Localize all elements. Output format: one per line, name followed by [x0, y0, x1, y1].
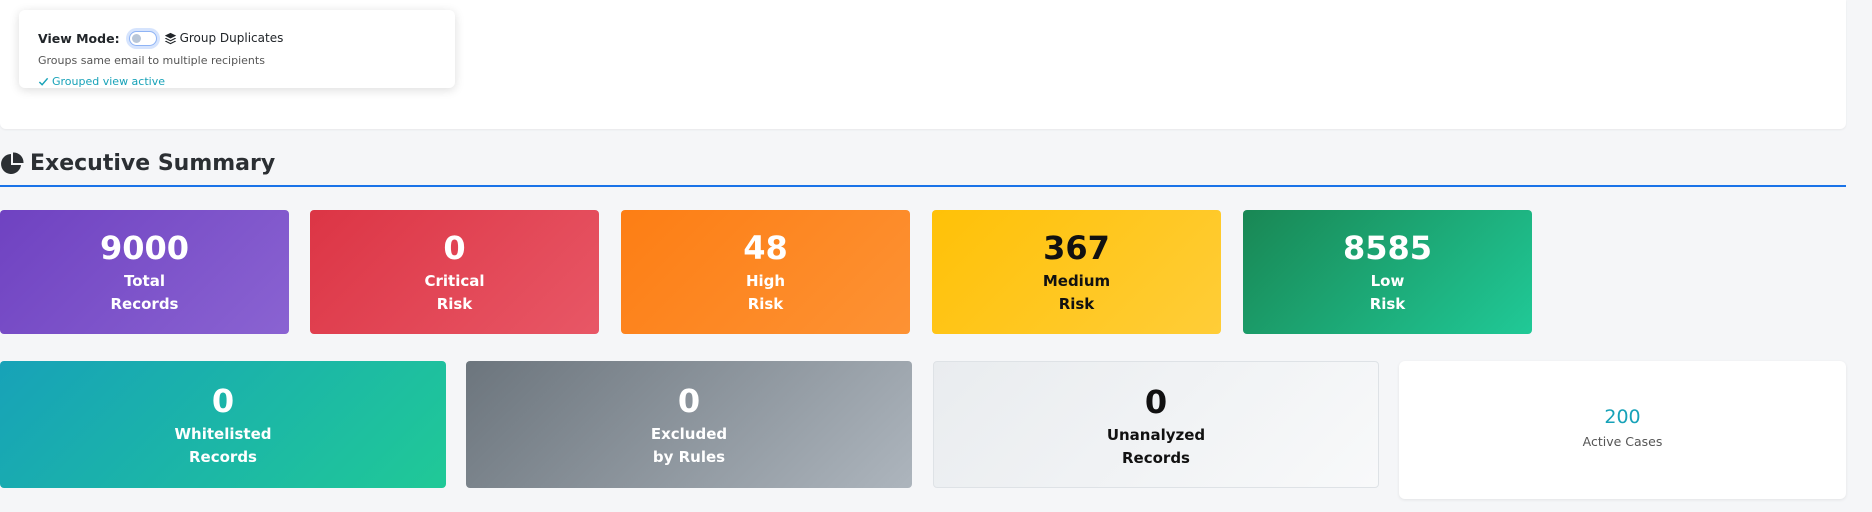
- high-risk-card[interactable]: 48 High Risk: [621, 210, 910, 334]
- low-risk-value: 8585: [1342, 229, 1433, 267]
- chart-pie-icon: [1, 151, 24, 174]
- low-risk-card[interactable]: 8585 Low Risk: [1243, 210, 1532, 334]
- critical-risk-label: Critical Risk: [424, 272, 485, 313]
- total-records-value: 9000: [99, 229, 190, 267]
- active-cases-card[interactable]: 200 Active Cases: [1399, 361, 1846, 499]
- unanalyzed-records-label: Unanalyzed Records: [1106, 426, 1206, 467]
- high-risk-label: High Risk: [745, 272, 786, 313]
- section-header: Executive Summary: [0, 151, 275, 176]
- low-risk-label: Low Risk: [1369, 272, 1406, 313]
- top-panel: View Mode: Group Duplicates Groups same …: [0, 0, 1846, 129]
- group-duplicates-label[interactable]: Group Duplicates: [180, 31, 284, 45]
- active-cases-value: 200: [1604, 406, 1641, 428]
- unanalyzed-records-card[interactable]: 0 Unanalyzed Records: [933, 361, 1379, 488]
- view-mode-label: View Mode:: [38, 30, 120, 46]
- excluded-by-rules-card[interactable]: 0 Excluded by Rules: [466, 361, 912, 488]
- layer-group-icon: [164, 32, 176, 44]
- excluded-by-rules-label: Excluded by Rules: [650, 425, 728, 466]
- section-title: Executive Summary: [30, 151, 276, 176]
- excluded-by-rules-value: 0: [677, 382, 701, 420]
- view-mode-status: Grouped view active: [38, 75, 165, 88]
- medium-risk-value: 367: [1043, 229, 1110, 267]
- whitelisted-records-label: Whitelisted Records: [174, 425, 272, 466]
- check-icon: [38, 77, 49, 86]
- view-mode-status-text: Grouped view active: [52, 75, 165, 88]
- group-duplicates-toggle[interactable]: [128, 30, 157, 46]
- whitelisted-records-card[interactable]: 0 Whitelisted Records: [0, 361, 446, 488]
- medium-risk-card[interactable]: 367 Medium Risk: [932, 210, 1221, 334]
- view-mode-card: View Mode: Group Duplicates Groups same …: [19, 10, 455, 88]
- whitelisted-records-value: 0: [211, 382, 235, 420]
- critical-risk-card[interactable]: 0 Critical Risk: [310, 210, 599, 334]
- total-records-label: Total Records: [110, 272, 179, 313]
- toggle-knob: [131, 33, 141, 43]
- medium-risk-label: Medium Risk: [1042, 272, 1111, 313]
- view-mode-description: Groups same email to multiple recipients: [38, 54, 265, 67]
- active-cases-label: Active Cases: [1582, 434, 1663, 449]
- section-divider: [0, 185, 1846, 187]
- total-records-card[interactable]: 9000 Total Records: [0, 210, 289, 334]
- unanalyzed-records-value: 0: [1144, 383, 1168, 421]
- critical-risk-value: 0: [443, 229, 466, 267]
- view-mode-row: View Mode: Group Duplicates: [38, 28, 283, 48]
- high-risk-value: 48: [743, 229, 788, 267]
